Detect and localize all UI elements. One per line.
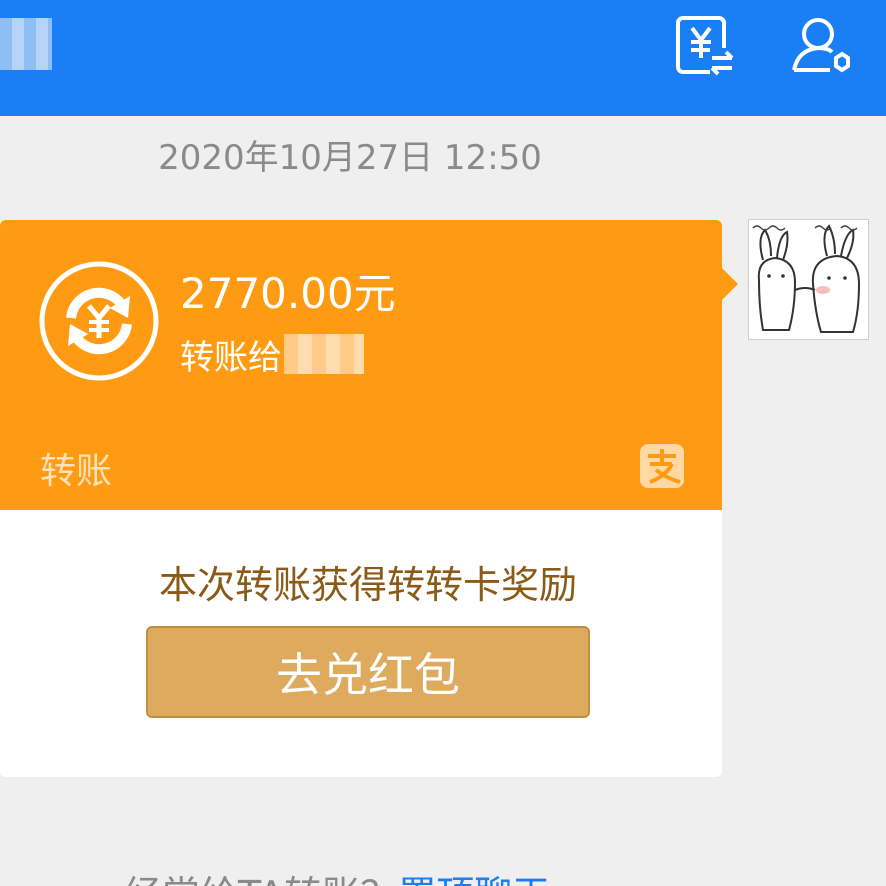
pin-chat-link[interactable]: 置顶聊天 (398, 873, 550, 886)
transfer-recipient: 转账给 (180, 332, 364, 378)
recipient-label: 转账给 (180, 337, 282, 378)
transfer-message-card[interactable]: 2770.00元 转账给 转账 本次转账获得转转卡奖励 去兑红包 (0, 220, 738, 777)
bubble-tail (722, 268, 738, 300)
user-settings-icon[interactable] (790, 14, 854, 78)
yuan-transfer-icon[interactable] (672, 14, 736, 78)
transfer-type-label: 转账 (40, 451, 113, 492)
top-bar (0, 0, 886, 116)
reward-message: 本次转账获得转转卡奖励 (158, 563, 577, 607)
alipay-logo-icon (640, 444, 684, 488)
transfer-card-header[interactable]: 2770.00元 转账给 转账 (0, 220, 722, 510)
sender-avatar[interactable] (748, 219, 869, 340)
transfer-amount: 2770.00元 (180, 269, 396, 318)
blurred-recipient-name (284, 334, 364, 374)
pin-chat-hint: 经常给TA转账？置顶聊天 (124, 864, 550, 886)
pin-chat-hint-text: 经常给TA转账？ (124, 873, 398, 886)
yuan-exchange-icon (38, 260, 160, 382)
redeem-red-packet-button[interactable]: 去兑红包 (146, 626, 590, 718)
message-timestamp: 2020年10月27日 12:50 (158, 138, 542, 178)
blurred-contact-name (0, 18, 52, 70)
